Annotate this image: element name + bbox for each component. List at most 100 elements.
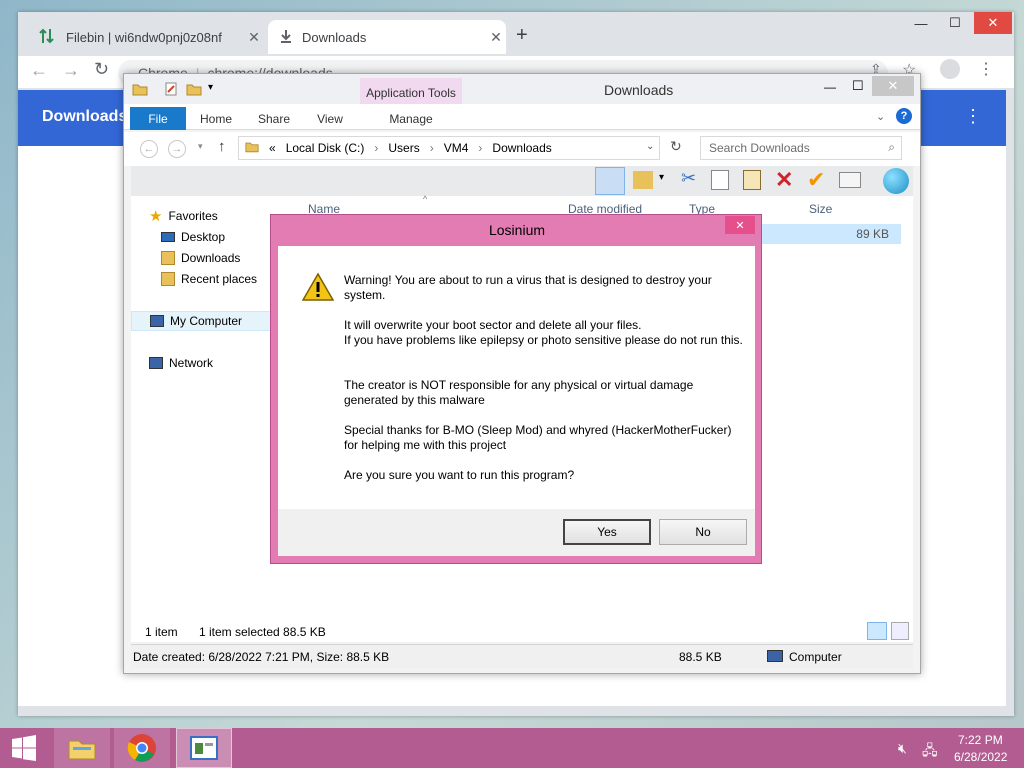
taskbar-chrome[interactable] xyxy=(114,728,170,768)
copy-icon[interactable] xyxy=(711,170,729,190)
nav-label: Recent places xyxy=(181,272,258,286)
clock-time[interactable]: 7:22 PM xyxy=(958,733,1003,747)
tab-title: Filebin | wi6ndw0pnj0z08nf xyxy=(66,29,222,45)
filebin-icon xyxy=(38,27,56,48)
nav-network[interactable]: Network xyxy=(149,353,213,373)
forward-icon[interactable]: → xyxy=(168,140,186,158)
file-size: 89 KB xyxy=(856,227,889,241)
profile-avatar[interactable] xyxy=(940,59,960,79)
star-icon: ★ xyxy=(149,208,163,225)
dialog-message-5: Are you sure you want to run this progra… xyxy=(344,468,575,482)
cut-icon[interactable]: ✂ xyxy=(681,168,696,189)
reload-icon[interactable]: ↻ xyxy=(94,59,109,80)
close-tab-icon[interactable]: ✕ xyxy=(486,29,506,46)
dialog-message-4: Special thanks for B-MO (Sleep Mod) and … xyxy=(344,423,732,452)
taskbar: 🔇︎ 🖧 7:22 PM 6/28/2022 xyxy=(0,728,1024,768)
command-bar: ▾ ✂ ✕ ✔ xyxy=(131,166,913,196)
chrome-icon xyxy=(127,734,156,762)
no-button[interactable]: No xyxy=(659,519,747,545)
details-view-icon[interactable] xyxy=(867,622,887,640)
properties-card-icon[interactable] xyxy=(839,172,861,188)
losinium-dialog: Losinium ✕ Warning! You are about to run… xyxy=(270,214,762,564)
tab-manage[interactable]: Manage xyxy=(384,108,438,130)
details-size: 88.5 KB xyxy=(679,650,722,664)
search-input[interactable]: Search Downloads ⌕ xyxy=(700,136,902,160)
minimize-icon[interactable]: — xyxy=(824,80,836,94)
address-bar[interactable]: « Local Disk (C:) › Users › VM4 › Downlo… xyxy=(238,136,660,160)
desktop-icon xyxy=(161,232,175,242)
breadcrumb-vm4[interactable]: VM4 xyxy=(444,141,469,155)
paste-icon[interactable] xyxy=(743,170,761,190)
ribbon: File Home Share View Manage ⌄ ? xyxy=(124,104,920,130)
breadcrumb-users[interactable]: Users xyxy=(388,141,419,155)
refresh-icon[interactable]: ↻ xyxy=(670,138,682,155)
delete-icon[interactable]: ✕ xyxy=(775,167,793,193)
properties-icon[interactable] xyxy=(164,82,178,99)
nav-label: Downloads xyxy=(181,251,241,265)
warning-icon xyxy=(301,272,335,305)
nav-label: Favorites xyxy=(168,209,218,223)
nav-my-computer[interactable]: My Computer xyxy=(131,311,275,331)
more-actions-icon[interactable]: ⋮ xyxy=(964,106,982,127)
preview-pane-icon[interactable] xyxy=(595,167,625,195)
large-icons-view-icon[interactable] xyxy=(891,622,909,640)
close-window-icon[interactable]: ✕ xyxy=(872,76,914,96)
up-icon[interactable]: ↑ xyxy=(218,138,226,155)
page-title: Downloads xyxy=(42,108,128,125)
yes-button[interactable]: Yes xyxy=(563,519,651,545)
volume-muted-icon[interactable]: 🔇︎ xyxy=(898,740,907,757)
new-folder-icon[interactable] xyxy=(186,82,202,99)
tab-downloads[interactable]: Downloads ✕ xyxy=(268,20,506,54)
recent-locations-icon[interactable]: ▾ xyxy=(198,141,203,152)
close-window-icon[interactable]: ✕ xyxy=(974,12,1012,34)
taskbar-file-explorer[interactable] xyxy=(54,728,110,768)
maximize-icon[interactable]: ☐ xyxy=(938,12,972,34)
search-placeholder: Search Downloads xyxy=(709,141,810,155)
start-button[interactable] xyxy=(0,728,48,768)
clock-date[interactable]: 6/28/2022 xyxy=(954,750,1007,764)
sort-arrow-icon: ^ xyxy=(423,194,428,204)
back-icon[interactable]: ← xyxy=(140,140,158,158)
quick-access-dropdown-icon[interactable]: ▾ xyxy=(208,82,213,93)
search-icon: ⌕ xyxy=(888,140,895,154)
tab-view[interactable]: View xyxy=(310,108,350,130)
maximize-icon[interactable]: ☐ xyxy=(852,78,864,94)
nav-label: Desktop xyxy=(181,230,226,244)
new-tab-button[interactable]: + xyxy=(516,24,528,47)
computer-icon xyxy=(767,650,783,662)
tab-file[interactable]: File xyxy=(130,107,186,130)
downloads-folder-icon xyxy=(161,251,175,265)
minimize-icon[interactable]: — xyxy=(904,12,938,34)
globe-icon[interactable] xyxy=(883,168,909,194)
tab-filebin[interactable]: Filebin | wi6ndw0pnj0z08nf ✕ xyxy=(32,20,264,54)
tab-home[interactable]: Home xyxy=(196,108,236,130)
back-icon[interactable]: ← xyxy=(30,60,48,81)
breadcrumb-local-disk[interactable]: Local Disk (C:) xyxy=(286,141,365,155)
properties-dropdown-icon[interactable]: ▾ xyxy=(659,172,664,183)
menu-icon[interactable]: ⋮ xyxy=(978,59,994,79)
breadcrumb-downloads[interactable]: Downloads xyxy=(492,141,551,155)
nav-recent[interactable]: Recent places xyxy=(161,269,257,289)
column-size[interactable]: Size xyxy=(809,202,832,216)
breadcrumb-overflow[interactable]: « xyxy=(269,141,276,155)
forward-icon[interactable]: → xyxy=(62,60,80,81)
close-dialog-icon[interactable]: ✕ xyxy=(725,216,755,234)
expand-ribbon-icon[interactable]: ⌄ xyxy=(876,110,885,123)
taskbar-program[interactable] xyxy=(176,728,232,768)
selection-info: 1 item selected 88.5 KB xyxy=(199,625,326,639)
nav-desktop[interactable]: Desktop xyxy=(161,227,225,247)
properties-icon[interactable] xyxy=(633,171,653,189)
program-window-icon xyxy=(190,736,218,760)
close-tab-icon[interactable]: ✕ xyxy=(244,29,264,46)
tab-share[interactable]: Share xyxy=(254,108,294,130)
folder-icon xyxy=(245,140,259,156)
nav-label: Network xyxy=(169,356,214,370)
help-icon[interactable]: ? xyxy=(896,108,912,124)
windows-logo-icon xyxy=(12,735,36,761)
nav-favorites[interactable]: ★ Favorites xyxy=(149,206,218,226)
network-tray-icon[interactable]: 🖧 xyxy=(922,740,938,764)
nav-downloads[interactable]: Downloads xyxy=(161,248,240,268)
details-location: Computer xyxy=(789,650,842,664)
address-dropdown-icon[interactable]: ⌄ xyxy=(646,141,654,152)
rename-check-icon[interactable]: ✔ xyxy=(807,167,825,193)
